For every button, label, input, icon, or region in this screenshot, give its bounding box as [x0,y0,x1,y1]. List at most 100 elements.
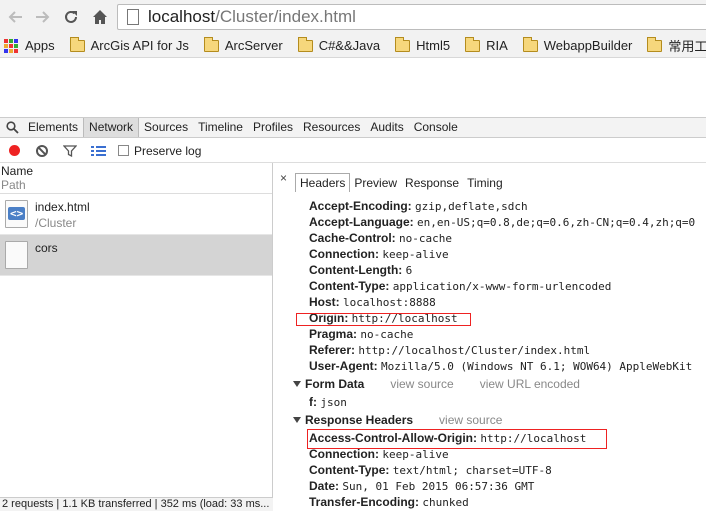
tab-timeline[interactable]: Timeline [193,118,248,137]
header-key: Content-Type: [309,463,390,477]
form-key: f: [309,395,317,409]
record-icon [8,145,20,156]
url-text: localhost/Cluster/index.html [148,7,356,27]
header-row: Referer: http://localhost/Cluster/index.… [309,342,590,359]
bookmark-label: Apps [25,38,55,53]
header-key: Connection: [309,247,379,261]
request-list-header[interactable]: Name Path [0,163,272,194]
tab-audits[interactable]: Audits [365,118,408,137]
response-header-row: Date: Sun, 01 Feb 2015 06:57:36 GMT [309,478,534,495]
bookmarks-bar: Apps ArcGis API for Js ArcServer C#&&Jav… [0,34,706,58]
header-row: User-Agent: Mozilla/5.0 (Windows NT 6.1;… [309,358,692,375]
header-value: keep-alive [382,448,449,461]
header-value: Sun, 01 Feb 2015 06:57:36 GMT [342,480,535,493]
view-source-link[interactable]: view source [390,376,453,392]
bookmark-arcserver[interactable]: ArcServer [203,36,283,53]
file-icon [5,241,28,269]
column-name: Name [1,164,34,178]
header-value: application/x-www-form-urlencoded [392,280,612,293]
header-key: Transfer-Encoding: [309,495,420,509]
form-data-section[interactable]: Form Data view source view URL encoded [293,376,580,392]
list-view-icon [90,145,106,156]
bookmark-label: C#&&Java [318,38,381,53]
bookmark-html5[interactable]: Html5 [395,36,451,53]
header-key: Pragma: [309,327,358,341]
response-headers-section[interactable]: Response Headers view source [293,412,502,428]
reload-icon [65,10,77,23]
folder-icon [395,36,411,52]
inspect-search-icon[interactable] [1,118,23,137]
header-key: Accept-Encoding: [309,199,412,213]
page-icon [126,9,140,25]
view-toggle-button[interactable] [84,140,112,162]
header-key: Connection: [309,447,379,461]
home-icon [93,10,107,24]
clear-button[interactable] [28,140,56,162]
html-file-icon [5,200,28,228]
devtools-tabbar: Elements Network Sources Timeline Profil… [0,117,706,138]
request-row-cors[interactable]: cors [0,235,272,276]
folder-icon [522,36,538,52]
tab-response[interactable]: Response [401,174,463,192]
header-row: Accept-Language: en,en-US;q=0.8,de;q=0.6… [309,214,695,231]
bookmark-csharp-java[interactable]: C#&&Java [297,36,381,53]
header-key: Content-Type: [309,279,390,293]
column-path: Path [1,178,26,192]
tab-elements[interactable]: Elements [23,118,83,137]
header-value: no-cache [399,232,452,245]
tab-profiles[interactable]: Profiles [248,118,298,137]
tab-sources[interactable]: Sources [139,118,193,137]
tab-network[interactable]: Network [83,118,140,137]
request-row-index[interactable]: index.html /Cluster [0,194,272,235]
browser-toolbar: localhost/Cluster/index.html [0,0,706,34]
url-host: localhost [148,7,216,26]
header-key: Cache-Control: [309,231,396,245]
header-value: en,en-US;q=0.8,de;q=0.6,zh-CN;q=0.4,zh;q… [417,216,696,229]
folder-icon [465,36,481,52]
bookmark-label: ArcServer [224,38,283,53]
network-toolbar: Preserve log [0,139,706,163]
tab-timing[interactable]: Timing [463,174,507,192]
bookmark-arcgis[interactable]: ArcGis API for Js [69,36,189,53]
header-value: http://localhost/Cluster/index.html [358,344,591,357]
header-key: Host: [309,295,340,309]
header-value: 6 [405,264,413,277]
view-url-encoded-link[interactable]: view URL encoded [480,376,580,392]
bookmark-label: RIA [486,38,508,53]
tab-console[interactable]: Console [409,118,463,137]
tab-resources[interactable]: Resources [298,118,365,137]
bookmark-label: Html5 [416,38,451,53]
reload-button[interactable] [60,6,82,28]
bookmark-tools[interactable]: 常用工具网站 [647,36,706,55]
back-button[interactable] [5,6,27,28]
header-row: Content-Type: application/x-www-form-url… [309,278,611,295]
bookmark-apps[interactable]: Apps [0,38,55,53]
folder-icon [647,36,663,52]
highlight-box-origin [296,313,471,326]
back-arrow-icon [8,11,22,23]
request-name: index.html [35,200,90,214]
preserve-log-label: Preserve log [134,143,202,158]
request-detail-panel: × Headers Preview Response Timing Accept… [274,163,706,511]
header-row: Connection: keep-alive [309,246,449,263]
header-value: no-cache [360,328,414,341]
header-row: Content-Length: 6 [309,262,412,279]
tab-headers[interactable]: Headers [295,173,351,192]
bookmark-ria[interactable]: RIA [465,36,508,53]
header-key: Referer: [309,343,356,357]
tab-preview[interactable]: Preview [350,174,401,192]
bookmark-label: WebappBuilder [543,38,633,53]
view-source-link[interactable]: view source [439,412,502,428]
expand-triangle-icon [293,417,301,423]
preserve-log-checkbox[interactable] [118,145,129,156]
forward-button[interactable] [31,6,53,28]
bookmark-webappbuilder[interactable]: WebappBuilder [522,36,633,53]
home-button[interactable] [89,6,111,28]
address-bar[interactable]: localhost/Cluster/index.html [117,4,706,30]
record-button[interactable] [0,140,28,162]
header-key: Content-Length: [309,263,403,277]
filter-button[interactable] [56,140,84,162]
close-icon[interactable]: × [280,171,287,185]
header-value: chunked [422,496,469,509]
expand-triangle-icon [293,381,301,387]
